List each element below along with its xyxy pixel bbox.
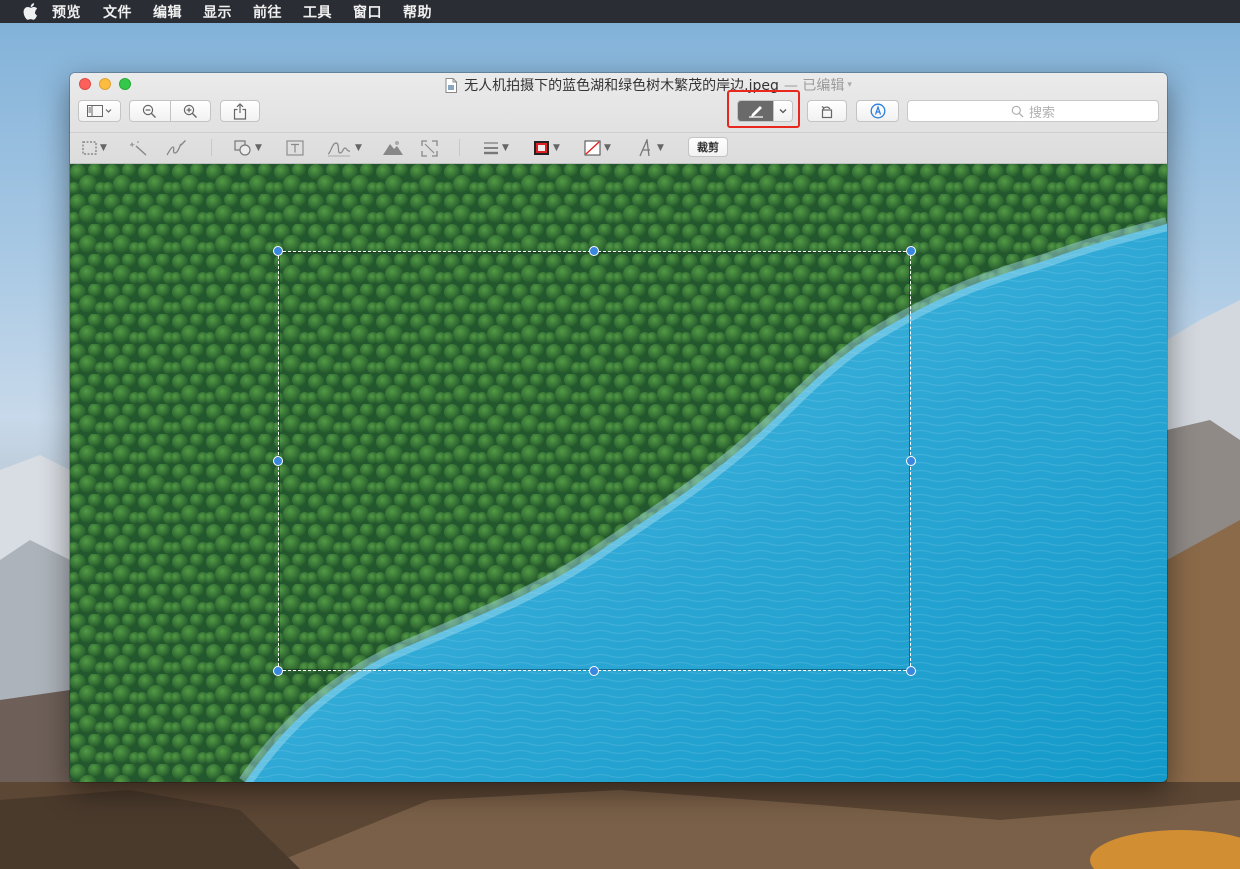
share-button[interactable] — [220, 100, 260, 122]
selection-handle-right[interactable] — [906, 456, 916, 466]
zoom-out-button[interactable] — [130, 104, 170, 119]
zoom-out-icon — [143, 104, 157, 118]
rectangular-selection-icon — [82, 141, 97, 155]
sketch-tool-button[interactable] — [165, 138, 187, 158]
chevron-down-icon: ▼ — [604, 143, 611, 153]
menu-app-name[interactable]: 预览 — [52, 2, 81, 22]
text-box-icon — [286, 140, 304, 156]
chevron-down-icon: ▼ — [355, 143, 362, 153]
title-bar: 无人机拍摄下的蓝色湖和绿色树木繁茂的岸边.jpeg — 已编辑 ▾ 搜索 ▼ ▼… — [70, 73, 1167, 164]
shapes-tool-button[interactable]: ▼ — [234, 138, 262, 158]
selection-handle-top-right[interactable] — [906, 246, 916, 256]
menu-file[interactable]: 文件 — [103, 2, 132, 22]
rotate-button[interactable] — [807, 100, 847, 122]
image-canvas[interactable] — [70, 164, 1167, 782]
search-placeholder: 搜索 — [1028, 105, 1055, 121]
selection-handle-top[interactable] — [589, 246, 599, 256]
menu-go[interactable]: 前往 — [253, 2, 282, 22]
zoom-in-icon — [183, 104, 197, 118]
selection-handle-bottom-left[interactable] — [273, 666, 283, 676]
sketch-icon — [166, 140, 186, 156]
zoom-in-button[interactable] — [171, 104, 211, 119]
menu-view[interactable]: 显示 — [203, 2, 232, 22]
line-style-button[interactable]: ▼ — [483, 138, 509, 158]
toolbar-divider — [211, 139, 212, 156]
magic-wand-icon — [129, 141, 147, 156]
chevron-down-icon: ▼ — [255, 143, 262, 153]
selection-handle-bottom[interactable] — [589, 666, 599, 676]
menu-tools[interactable]: 工具 — [303, 2, 332, 22]
sign-tool-button[interactable]: ▼ — [326, 138, 362, 158]
fill-color-icon — [584, 140, 601, 156]
selection-handle-top-left[interactable] — [273, 246, 283, 256]
resize-icon — [421, 139, 438, 157]
sidebar-button[interactable] — [78, 100, 121, 122]
selection-tool-button[interactable]: ▼ — [82, 138, 107, 158]
font-icon — [639, 139, 650, 157]
apple-logo-icon[interactable] — [21, 3, 39, 21]
adjust-color-icon — [383, 141, 403, 155]
line-style-icon — [484, 142, 498, 155]
rotate-icon — [821, 106, 833, 119]
fill-color-button[interactable]: ▼ — [584, 138, 611, 158]
adjust-color-button[interactable] — [382, 138, 404, 158]
selection-rectangle[interactable] — [278, 251, 911, 671]
search-input[interactable]: 搜索 — [907, 100, 1159, 122]
search-icon — [1011, 105, 1024, 117]
menu-help[interactable]: 帮助 — [403, 2, 432, 22]
chevron-down-icon: ▼ — [553, 143, 560, 153]
selection-handle-bottom-right[interactable] — [906, 666, 916, 676]
menu-edit[interactable]: 编辑 — [153, 2, 182, 22]
selection-handle-left[interactable] — [273, 456, 283, 466]
sidebar-icon — [86, 105, 111, 117]
menu-bar: 预览 文件 编辑 显示 前往 工具 窗口 帮助 — [0, 0, 1240, 23]
border-color-icon — [534, 141, 549, 155]
text-style-button[interactable]: ▼ — [638, 138, 664, 158]
annotate-icon — [870, 103, 885, 119]
chevron-down-icon: ▼ — [502, 143, 509, 153]
zoom-button-group — [129, 100, 211, 122]
document-icon — [445, 77, 458, 93]
crop-button[interactable]: 裁剪 — [688, 137, 728, 157]
instant-alpha-button[interactable] — [129, 138, 149, 158]
shapes-icon — [234, 140, 251, 156]
share-icon — [233, 102, 247, 120]
chevron-down-icon: ▼ — [657, 143, 664, 153]
highlight-annotation — [727, 90, 800, 128]
border-color-button[interactable]: ▼ — [533, 138, 560, 158]
toolbar-divider — [459, 139, 460, 156]
chevron-down-icon: ▼ — [100, 143, 107, 153]
menu-window[interactable]: 窗口 — [353, 2, 382, 22]
adjust-size-button[interactable] — [421, 138, 438, 158]
window-title: 无人机拍摄下的蓝色湖和绿色树木繁茂的岸边.jpeg — 已编辑 ▾ — [70, 76, 1167, 94]
annotate-button[interactable] — [856, 100, 899, 122]
signature-icon — [327, 142, 351, 157]
text-tool-button[interactable] — [286, 138, 304, 158]
preview-window: 无人机拍摄下的蓝色湖和绿色树木繁茂的岸边.jpeg — 已编辑 ▾ 搜索 ▼ ▼… — [70, 73, 1167, 782]
title-chevron-down-icon[interactable]: ▾ — [847, 80, 852, 90]
